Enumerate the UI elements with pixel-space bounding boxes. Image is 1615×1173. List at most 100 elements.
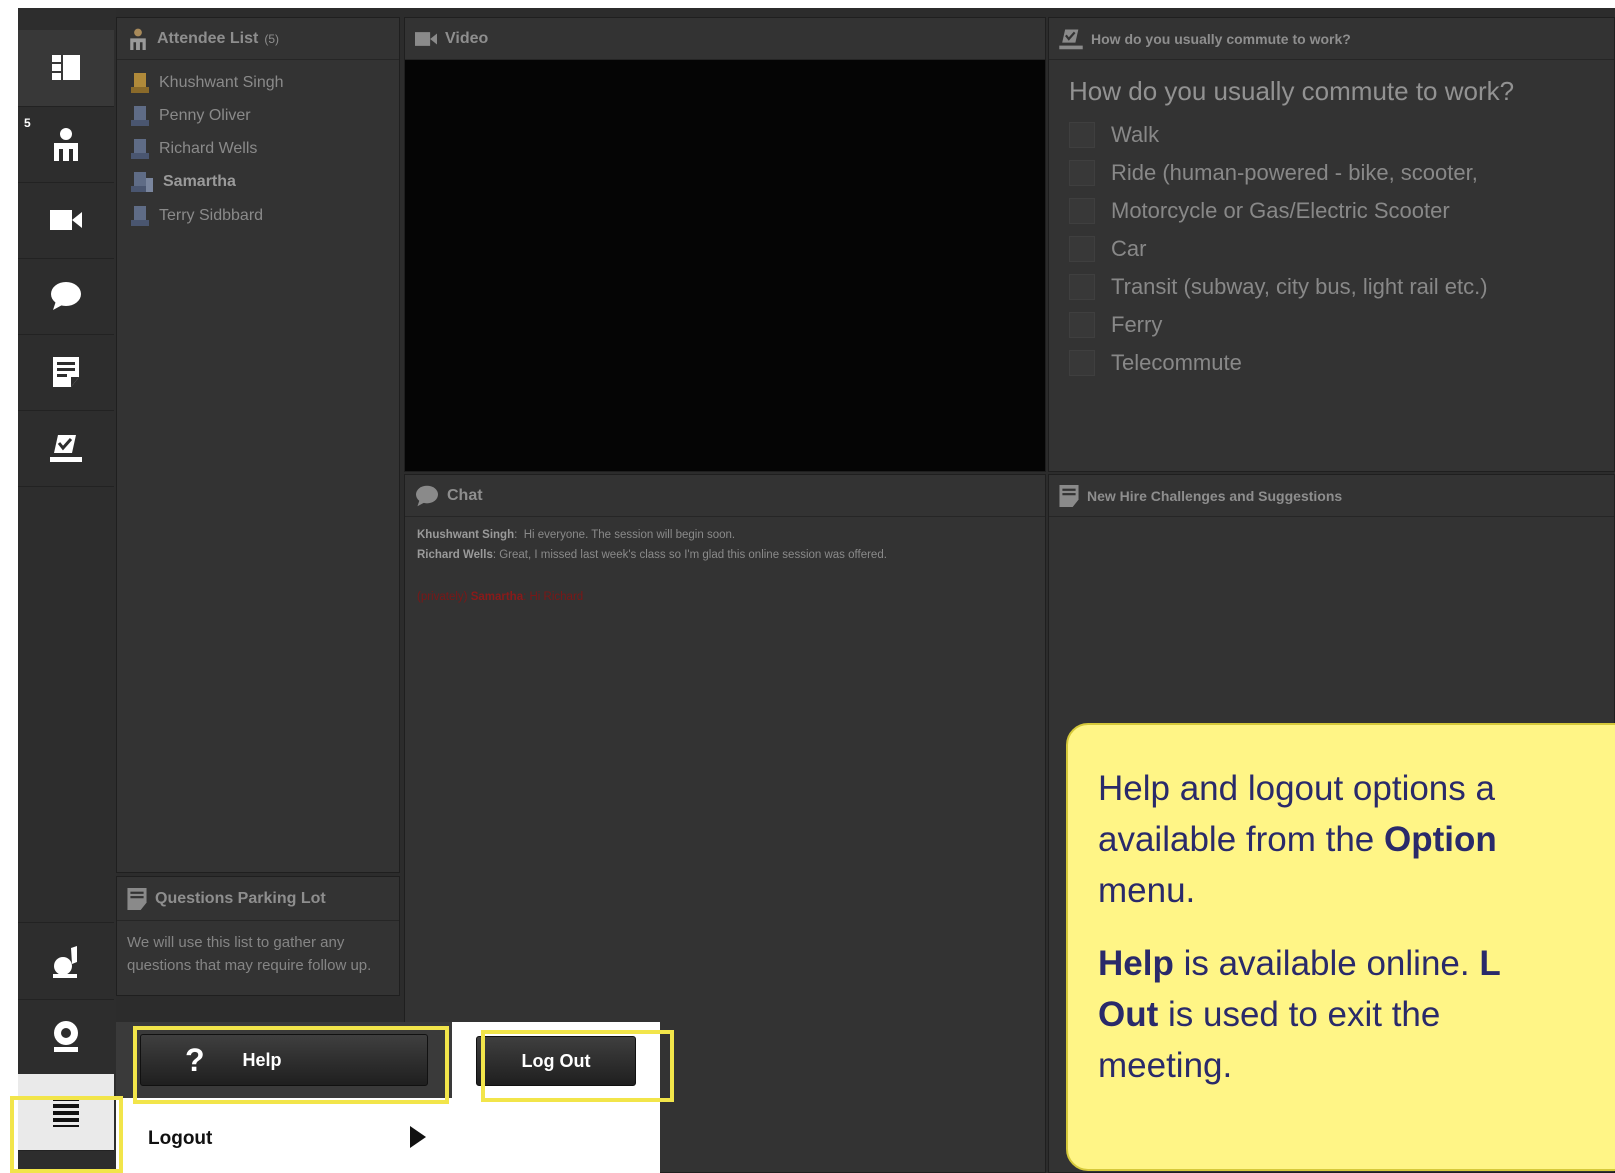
notes-button[interactable] [18,334,114,411]
attendee-list-pod: Attendee List (5) Khushwant Singh Penny … [116,17,400,873]
chat-message: Richard Wells: Great, I missed last week… [417,549,887,561]
video-title: Video [445,29,489,47]
poll-pod: How do you usually commute to work? How … [1048,17,1615,472]
attendee-item[interactable]: Richard Wells [131,139,257,159]
chat-message: Khushwant Singh: Hi everyone. The sessio… [417,529,736,541]
poll-header: How do you usually commute to work? [1049,18,1614,60]
attendee-item[interactable]: Samartha [131,172,236,192]
poll-option[interactable]: Ride (human-powered - bike, scooter, [1069,160,1478,186]
checkbox[interactable] [1069,274,1095,300]
attendee-item[interactable]: Terry Sidbbard [131,206,263,226]
chat-text: Hi everyone. The session will begin soon… [523,529,736,541]
video-icon [415,31,437,46]
chat-text: Hi Richard [529,591,584,603]
callout-bold-text: L [1479,944,1501,983]
participant-icon [131,206,149,226]
chat-icon [415,485,439,507]
attendee-name: Terry Sidbbard [159,207,264,224]
attendees-icon [52,127,80,161]
checkbox[interactable] [1069,122,1095,148]
poll-question: How do you usually commute to work? [1069,76,1515,106]
poll-option-label: Ride (human-powered - bike, scooter, [1111,160,1478,185]
video-pod: Video [404,17,1046,472]
checkbox[interactable] [1069,198,1095,224]
parking-lot-header: Questions Parking Lot [117,877,399,921]
video-icon [50,210,82,230]
webcam-icon [51,1019,81,1053]
callout-bold-text: Out [1098,995,1159,1034]
participant-icon [131,106,149,126]
raise-hand-icon [51,944,81,978]
callout-text: available from the [1098,820,1384,859]
poll-option[interactable]: Car [1069,236,1146,262]
attendee-list-title: Attendee List [157,29,259,47]
attendee-name: Richard Wells [159,140,258,157]
callout-bold-text: Option [1383,820,1497,859]
chat-header: Chat [405,475,1045,517]
host-icon [131,73,149,93]
poll-option-label: Transit (subway, city bus, light rail et… [1111,274,1488,299]
callout-text: menu. [1098,871,1196,910]
attendee-item[interactable]: Penny Oliver [131,106,251,126]
checkbox[interactable] [1069,160,1095,186]
left-toolbar: 5 [18,8,116,1173]
chat-icon [50,281,82,311]
attendee-count: (5) [264,31,280,46]
notes-header: New Hire Challenges and Suggestions [1049,475,1614,517]
webcam-button[interactable] [18,998,114,1075]
participant-icon [131,139,149,159]
chat-button[interactable] [18,258,114,335]
poll-icon [1059,28,1083,50]
checkbox[interactable] [1069,312,1095,338]
poll-option-label: Telecommute [1111,350,1242,375]
callout-paragraph-1: Help and logout options a available from… [1098,763,1615,916]
poll-option-label: Motorcycle or Gas/Electric Scooter [1111,198,1450,223]
poll-option-label: Walk [1111,122,1160,147]
raise-hand-button[interactable] [18,922,114,1000]
attendee-list-header: Attendee List (5) [117,18,399,60]
poll-option-label: Car [1111,236,1147,261]
video-button[interactable] [18,182,114,259]
chat-title: Chat [447,486,483,504]
logout-menu-item[interactable]: Logout [148,1128,212,1150]
poll-title: How do you usually commute to work? [1091,30,1351,47]
help-highlight [133,1026,449,1104]
notes-icon [1059,484,1079,507]
chat-message-private: (privately) Samartha: Hi Richard [417,591,584,603]
layouts-icon [52,55,80,81]
attendee-item[interactable]: Khushwant Singh [131,73,284,93]
poll-button[interactable] [18,410,114,487]
checkbox[interactable] [1069,350,1095,376]
attendee-name: Khushwant Singh [159,74,284,91]
attendees-button[interactable] [18,106,114,183]
notes-icon [53,357,79,387]
video-header: Video [405,18,1045,60]
chat-text: Great, I missed last week's class so I'm… [499,549,887,561]
poll-icon [50,433,82,463]
callout-paragraph-2: Help is available online. L Out is used … [1098,938,1615,1091]
poll-option-label: Ferry [1111,312,1163,337]
presenter-icon [131,172,153,192]
parking-lot-title: Questions Parking Lot [155,889,326,907]
callout-text: Help and logout options a [1098,769,1495,808]
chat-sender: Samartha [470,591,524,603]
notes-icon [127,887,147,910]
poll-option[interactable]: Motorcycle or Gas/Electric Scooter [1069,198,1450,224]
layouts-button[interactable] [18,30,114,107]
submenu-arrow-icon [410,1126,426,1153]
options-menu-highlight [10,1096,123,1173]
attendee-name: Penny Oliver [159,107,251,124]
notes-title: New Hire Challenges and Suggestions [1087,487,1343,504]
menu-divider [452,1022,456,1098]
poll-option[interactable]: Ferry [1069,312,1162,338]
poll-option[interactable]: Transit (subway, city bus, light rail et… [1069,274,1488,300]
parking-lot-text: We will use this list to gather any ques… [127,934,372,974]
poll-option[interactable]: Telecommute [1069,350,1242,376]
attendees-icon [127,28,149,50]
video-display [405,60,1045,471]
callout-text: is available online. [1173,944,1480,983]
poll-option[interactable]: Walk [1069,122,1159,148]
checkbox[interactable] [1069,236,1095,262]
chat-private-prefix: (privately) [417,591,468,603]
parking-lot-pod: Questions Parking Lot We will use this l… [116,876,400,996]
